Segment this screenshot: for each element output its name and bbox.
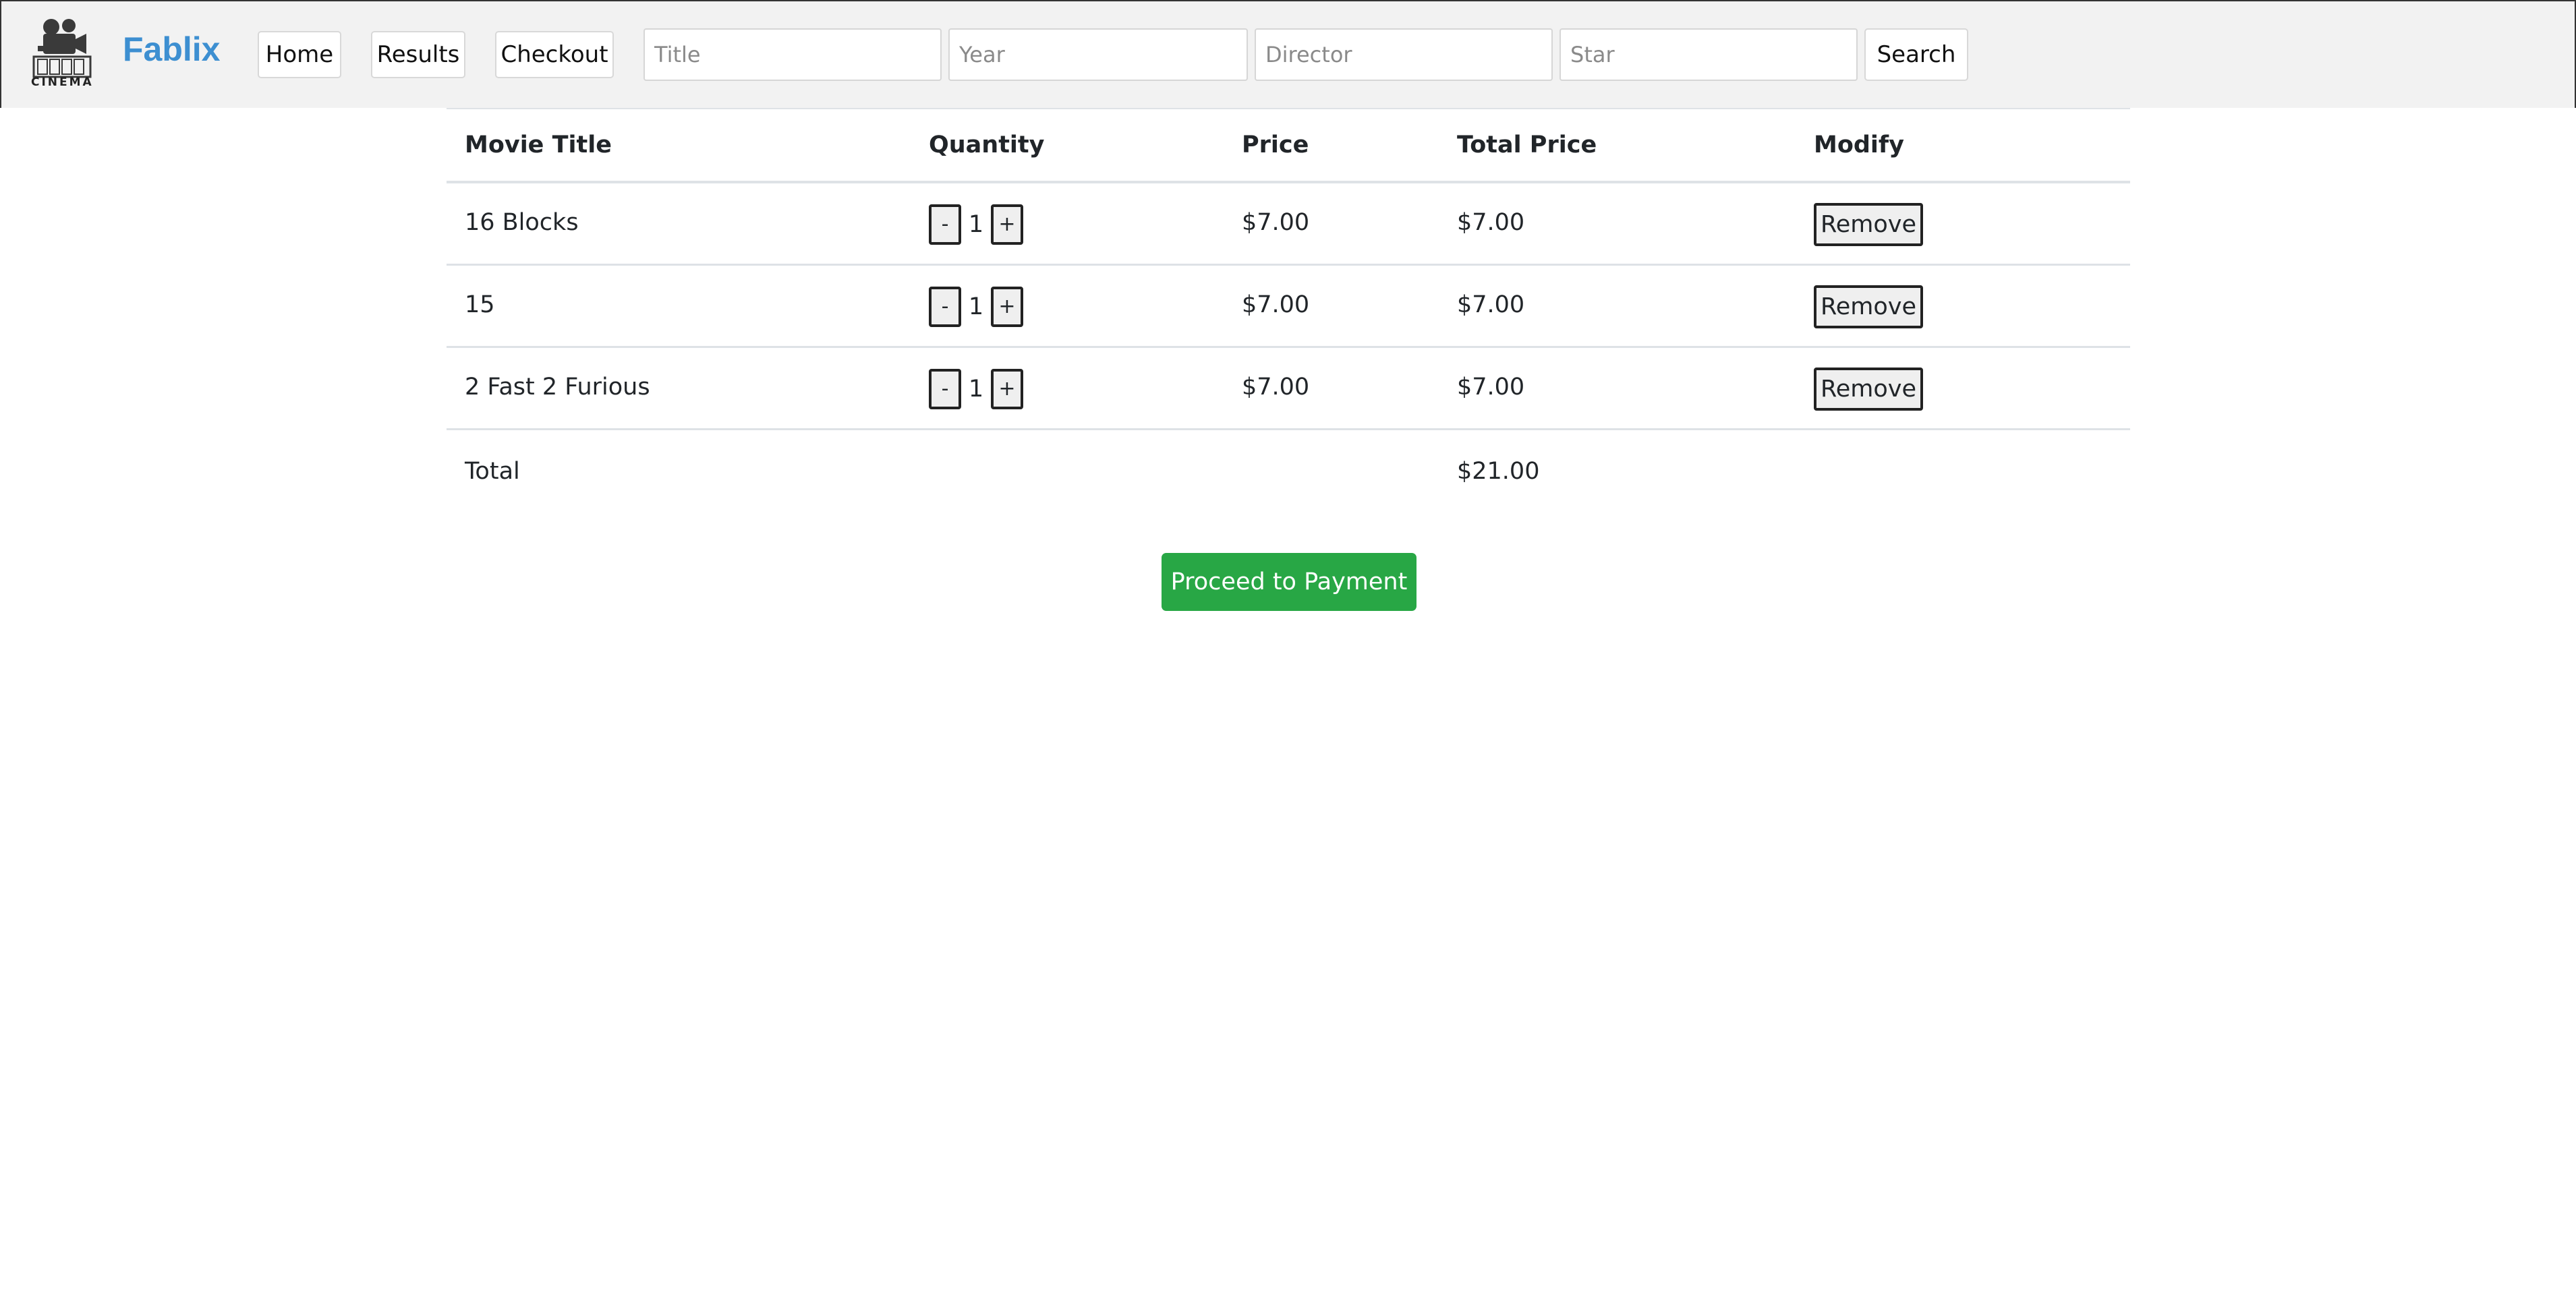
remove-button[interactable]: Remove xyxy=(1814,367,1923,411)
item-price: $7.00 xyxy=(1242,208,1310,236)
logo-caption: CINEMA xyxy=(31,76,94,89)
search-year-input[interactable] xyxy=(948,28,1248,81)
nav-home-button[interactable]: Home xyxy=(258,31,341,78)
quantity-value: 1 xyxy=(968,210,984,238)
increment-button[interactable]: + xyxy=(991,286,1023,327)
search-title-input[interactable] xyxy=(643,28,942,81)
cart-table: Movie Title Quantity Price Total Price M… xyxy=(447,108,2130,512)
table-row: 15 - 1 + $7.00 $7.00 Remove xyxy=(447,266,2130,348)
decrement-button[interactable]: - xyxy=(929,368,961,409)
navbar: CINEMA Fablix Home Results Checkout Sear… xyxy=(0,0,2576,108)
table-row: 2 Fast 2 Furious - 1 + $7.00 $7.00 Remov… xyxy=(447,348,2130,430)
movie-title: 16 Blocks xyxy=(465,208,579,236)
quantity-stepper: - 1 + xyxy=(929,348,1023,428)
item-total-price: $7.00 xyxy=(1457,208,1525,236)
quantity-stepper: - 1 + xyxy=(929,266,1023,346)
nav-results-button[interactable]: Results xyxy=(371,31,465,78)
header-price: Price xyxy=(1242,131,1309,158)
nav-checkout-button[interactable]: Checkout xyxy=(495,31,614,78)
item-total-price: $7.00 xyxy=(1457,291,1525,318)
remove-button[interactable]: Remove xyxy=(1814,285,1923,328)
increment-button[interactable]: + xyxy=(991,368,1023,409)
total-label: Total xyxy=(465,458,520,485)
decrement-button[interactable]: - xyxy=(929,286,961,327)
increment-button[interactable]: + xyxy=(991,204,1023,245)
search-button[interactable]: Search xyxy=(1864,28,1968,81)
search-star-input[interactable] xyxy=(1559,28,1858,81)
table-row: 16 Blocks - 1 + $7.00 $7.00 Remove xyxy=(447,183,2130,266)
movie-title: 2 Fast 2 Furious xyxy=(465,373,650,401)
item-total-price: $7.00 xyxy=(1457,373,1525,401)
quantity-value: 1 xyxy=(968,375,984,403)
item-price: $7.00 xyxy=(1242,291,1310,318)
proceed-to-payment-button[interactable]: Proceed to Payment xyxy=(1162,553,1416,611)
quantity-value: 1 xyxy=(968,293,984,320)
total-row: Total $21.00 xyxy=(447,430,2130,512)
header-movie-title: Movie Title xyxy=(465,131,612,158)
header-quantity: Quantity xyxy=(929,131,1045,158)
quantity-stepper: - 1 + xyxy=(929,183,1023,264)
header-modify: Modify xyxy=(1814,131,1904,158)
header-total-price: Total Price xyxy=(1457,131,1597,158)
search-director-input[interactable] xyxy=(1255,28,1553,81)
item-price: $7.00 xyxy=(1242,373,1310,401)
movie-title: 15 xyxy=(465,291,495,318)
brand-name[interactable]: Fablix xyxy=(123,30,220,69)
remove-button[interactable]: Remove xyxy=(1814,202,1923,246)
decrement-button[interactable]: - xyxy=(929,204,961,245)
total-value: $21.00 xyxy=(1457,458,1540,485)
table-header: Movie Title Quantity Price Total Price M… xyxy=(447,108,2130,183)
